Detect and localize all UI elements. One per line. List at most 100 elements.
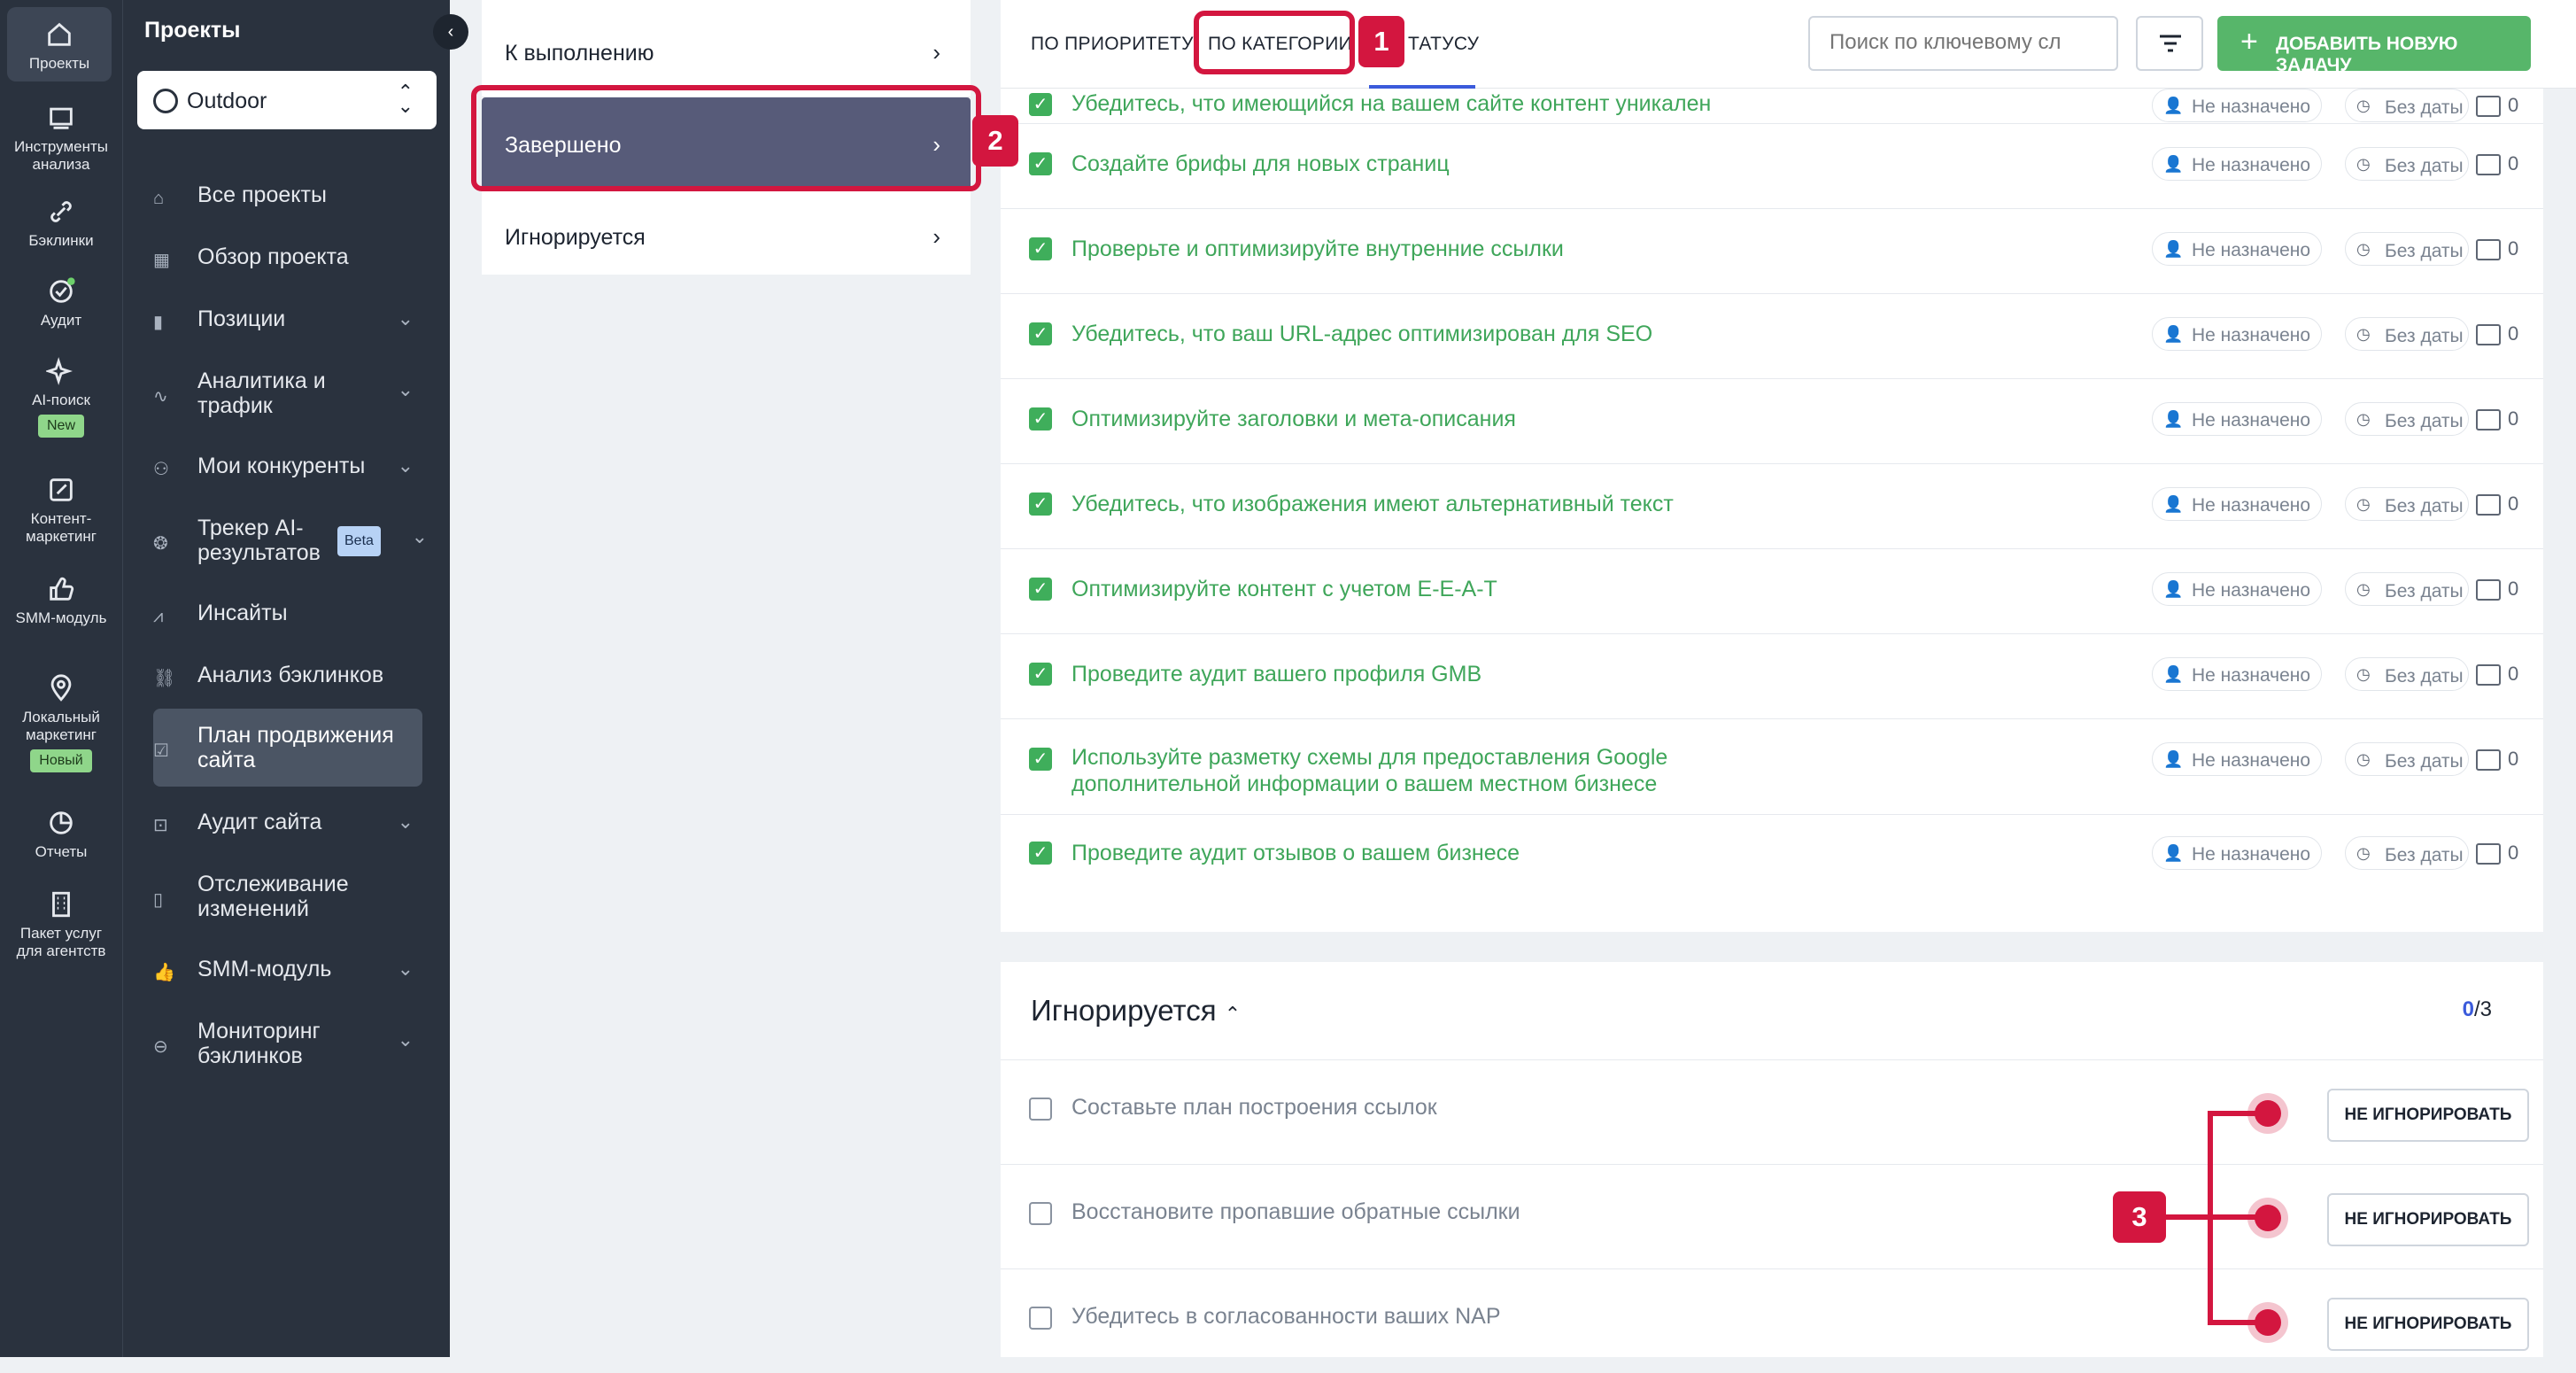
checkbox-checked[interactable]: ✓ [1029, 93, 1052, 116]
due-date-chip[interactable]: ◷ Без даты [2345, 232, 2469, 266]
checkbox-checked[interactable]: ✓ [1029, 748, 1052, 771]
tab-by-priority[interactable]: ПО ПРИОРИТЕТУ [1031, 34, 1194, 55]
unignore-button[interactable]: НЕ ИГНОРИРОВАТЬ [2327, 1089, 2529, 1142]
comments-count[interactable]: 0 [2476, 493, 2518, 516]
section-title[interactable]: Игнорируется ⌃ [1031, 994, 1241, 1028]
task-title[interactable]: Составьте план построения ссылок [1071, 1094, 1762, 1121]
task-title[interactable]: Создайте брифы для новых страниц [1071, 151, 1762, 177]
task-row[interactable]: ✓ Создайте брифы для новых страниц 👤 Не н… [1001, 124, 2543, 209]
task-row[interactable]: ✓ Оптимизируйте заголовки и мета-описани… [1001, 379, 2543, 464]
add-task-button[interactable]: + ДОБАВИТЬ НОВУЮ ЗАДАЧУ [2217, 16, 2531, 75]
chevron-down-icon: ⌄ [397, 307, 414, 330]
task-title[interactable]: Восстановите пропавшие обратные ссылки [1071, 1198, 1762, 1225]
rail-item-reports[interactable]: Отчеты [0, 808, 122, 861]
status-item-todo[interactable]: К выполнению › [482, 5, 971, 97]
rail-item-analysis-tools[interactable]: Инструменты анализа [0, 103, 122, 174]
collapse-sidebar-button[interactable]: ‹ [433, 14, 468, 50]
search-input[interactable] [1810, 18, 2085, 67]
checkbox-checked[interactable]: ✓ [1029, 237, 1052, 260]
due-date-chip[interactable]: ◷ Без даты [2345, 572, 2469, 606]
comments-count[interactable]: 0 [2476, 842, 2518, 865]
task-row[interactable]: ✓ Проверьте и оптимизируйте внутренние с… [1001, 209, 2543, 294]
assignee-chip[interactable]: 👤 Не назначено [2152, 836, 2322, 870]
rail-item-projects[interactable]: Проекты [7, 7, 112, 81]
task-row[interactable]: ✓ Убедитесь, что изображения имеют альте… [1001, 464, 2543, 549]
assignee-chip[interactable]: 👤 Не назначено [2152, 742, 2322, 776]
rail-item-backlinks[interactable]: Бэклинки [0, 197, 122, 250]
checkbox-checked[interactable]: ✓ [1029, 663, 1052, 686]
search-field[interactable] [1808, 16, 2118, 71]
assignee-chip[interactable]: 👤 Не назначено [2152, 317, 2322, 351]
tab-by-status[interactable]: ТАТУСУ [1408, 34, 1479, 55]
task-title[interactable]: Убедитесь, что изображения имеют альтерн… [1071, 491, 1762, 517]
task-title[interactable]: Проведите аудит вашего профиля GMB [1071, 661, 1762, 687]
rail-item-audit[interactable]: Аудит [0, 276, 122, 330]
task-title[interactable]: Убедитесь в согласованности ваших NAP [1071, 1303, 1762, 1330]
assignee-chip[interactable]: 👤 Не назначено [2152, 572, 2322, 606]
checkbox-unchecked[interactable] [1029, 1202, 1052, 1225]
task-title[interactable]: Проверьте и оптимизируйте внутренние ссы… [1071, 236, 1762, 262]
ignored-task-row[interactable]: Убедитесь в согласованности ваших NAP НЕ… [1001, 1268, 2543, 1373]
task-title[interactable]: Убедитесь, что ваш URL-адрес оптимизиров… [1071, 321, 1762, 347]
checkbox-unchecked[interactable] [1029, 1307, 1052, 1330]
comments-count[interactable]: 0 [2476, 237, 2518, 261]
checkbox-checked[interactable]: ✓ [1029, 152, 1052, 175]
rail-item-ai-search[interactable]: AI-поиск New [0, 356, 122, 438]
assignee-chip[interactable]: 👤 Не назначено [2152, 487, 2322, 521]
due-date-chip[interactable]: ◷ Без даты [2345, 657, 2469, 691]
rail-item-local-marketing[interactable]: Локальный маркетинг Новый [0, 673, 122, 772]
task-row[interactable]: ✓ Проведите аудит отзывов о вашем бизнес… [1001, 815, 2543, 898]
filter-button[interactable] [2136, 16, 2203, 71]
due-date-chip[interactable]: ◷ Без даты [2345, 89, 2469, 122]
checkbox-checked[interactable]: ✓ [1029, 493, 1052, 516]
assignee-chip[interactable]: 👤 Не назначено [2152, 657, 2322, 691]
task-row[interactable]: ✓ Проведите аудит вашего профиля GMB 👤 Не… [1001, 634, 2543, 719]
project-selector[interactable]: Outdoor ⌃ ⌄ [137, 71, 437, 129]
status-item-ignored[interactable]: Игнорируется › [482, 190, 971, 282]
comments-count[interactable]: 0 [2476, 94, 2519, 118]
ignored-task-row[interactable]: Составьте план построения ссылок НЕ ИГНО… [1001, 1059, 2543, 1164]
checkbox-checked[interactable]: ✓ [1029, 407, 1052, 431]
task-row[interactable]: ✓ Убедитесь, что имеющийся на вашем сайт… [1001, 89, 2543, 124]
task-title[interactable]: Оптимизируйте заголовки и мета-описания [1071, 406, 1762, 432]
due-date-chip[interactable]: ◷ Без даты [2345, 402, 2469, 436]
rail-item-smm[interactable]: SMM-модуль [0, 574, 122, 627]
due-date-chip[interactable]: ◷ Без даты [2345, 742, 2469, 776]
task-row[interactable]: ✓ Оптимизируйте контент с учетом E-E-A-T… [1001, 549, 2543, 634]
task-title[interactable]: Убедитесь, что имеющийся на вашем сайте … [1071, 90, 1762, 117]
due-date-chip[interactable]: ◷ Без даты [2345, 317, 2469, 351]
comments-count[interactable]: 0 [2476, 322, 2518, 346]
checkbox-checked[interactable]: ✓ [1029, 842, 1052, 865]
task-title[interactable]: Используйте разметку схемы для предостав… [1071, 744, 1762, 797]
icon-rail: Проекты Инструменты анализа Бэклинки Ауд… [0, 0, 122, 1357]
comments-count[interactable]: 0 [2476, 748, 2518, 772]
ignored-task-row[interactable]: Восстановите пропавшие обратные ссылки Н… [1001, 1164, 2543, 1268]
assignee-chip[interactable]: 👤 Не назначено [2152, 402, 2322, 436]
comments-count[interactable]: 0 [2476, 407, 2518, 431]
comments-number: 0 [2508, 94, 2519, 116]
unignore-button[interactable]: НЕ ИГНОРИРОВАТЬ [2327, 1298, 2529, 1351]
task-row[interactable]: ✓ Используйте разметку схемы для предост… [1001, 719, 2543, 815]
clock-icon: ◷ [2356, 750, 2371, 768]
rail-item-content-marketing[interactable]: Контент-маркетинг [0, 475, 122, 546]
rail-item-agency[interactable]: Пакет услуг для агентств [0, 889, 122, 960]
comments-count[interactable]: 0 [2476, 152, 2518, 176]
comment-icon [2476, 664, 2501, 686]
comments-count[interactable]: 0 [2476, 663, 2518, 686]
task-title[interactable]: Проведите аудит отзывов о вашем бизнесе [1071, 840, 1762, 866]
due-date-chip[interactable]: ◷ Без даты [2345, 487, 2469, 521]
checkbox-checked[interactable]: ✓ [1029, 578, 1052, 601]
assignee-chip[interactable]: 👤 Не назначено [2152, 89, 2322, 122]
checkbox-checked[interactable]: ✓ [1029, 322, 1052, 345]
count-total: /3 [2473, 997, 2492, 1021]
task-title[interactable]: Оптимизируйте контент с учетом E-E-A-T [1071, 576, 1762, 602]
task-row[interactable]: ✓ Убедитесь, что ваш URL-адрес оптимизир… [1001, 294, 2543, 379]
due-date-chip[interactable]: ◷ Без даты [2345, 836, 2469, 870]
sidebar-item-label: Обзор проекта [197, 244, 349, 269]
comments-count[interactable]: 0 [2476, 578, 2518, 601]
assignee-chip[interactable]: 👤 Не назначено [2152, 232, 2322, 266]
checkbox-unchecked[interactable] [1029, 1098, 1052, 1121]
due-date-chip[interactable]: ◷ Без даты [2345, 147, 2469, 181]
unignore-button[interactable]: НЕ ИГНОРИРОВАТЬ [2327, 1193, 2529, 1246]
assignee-chip[interactable]: 👤 Не назначено [2152, 147, 2322, 181]
